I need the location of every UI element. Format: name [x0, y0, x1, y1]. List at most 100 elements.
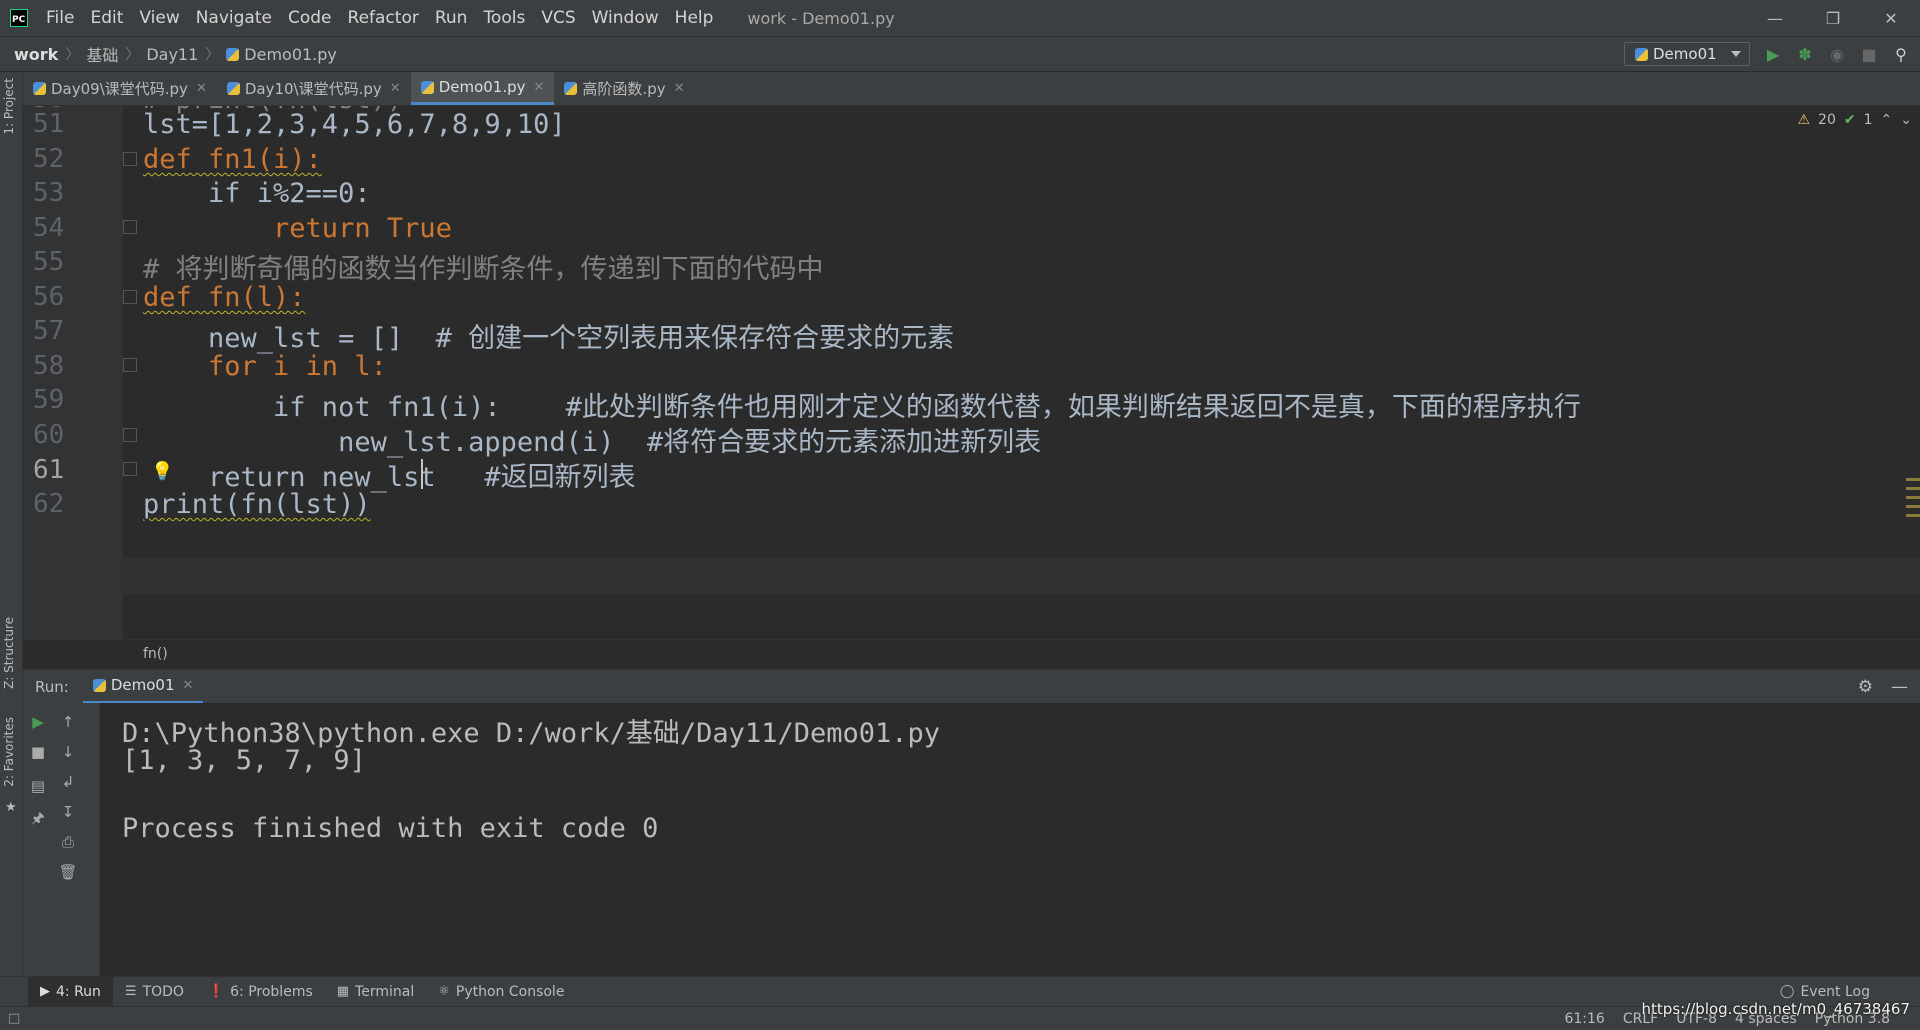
run-panel-actions: ⚙ — — [1858, 677, 1920, 697]
menu-refactor[interactable]: Refactor — [340, 8, 427, 28]
minimize-icon[interactable]: — — [1746, 0, 1804, 36]
line-number: 57 — [33, 316, 65, 346]
favorites-tool-tab[interactable]: 2: Favorites — [2, 717, 16, 787]
arrow-up-icon[interactable]: ↑ — [57, 711, 79, 733]
left-tool-strip: 1: Project Z: Structure 2: Favorites ★ — [0, 72, 23, 1006]
run-console[interactable]: D:\Python38\python.exe D:/work/基础/Day11/… — [100, 703, 1920, 976]
warning-icon: ⚠ — [1797, 112, 1811, 128]
run-icon[interactable]: ▶ — [1764, 45, 1782, 64]
fold-marker-icon[interactable] — [123, 220, 137, 234]
debug-icon[interactable]: ✽ — [1796, 45, 1814, 64]
menu-navigate[interactable]: Navigate — [188, 8, 280, 28]
tab-label: 高阶函数.py — [582, 80, 666, 98]
tool-window-python-console[interactable]: ⚛ Python Console — [426, 977, 576, 1007]
stop-icon[interactable]: ■ — [1860, 45, 1878, 64]
search-icon[interactable]: ⚲ — [1892, 45, 1910, 64]
pin-icon[interactable]: 🖈 — [27, 809, 49, 831]
close-icon[interactable]: ✕ — [1862, 0, 1920, 36]
fold-marker-icon[interactable] — [123, 462, 137, 476]
run-toolbar: Demo01 ▶ ✽ ◉ ■ ⚲ — [1624, 42, 1920, 66]
hide-panel-icon[interactable]: — — [1891, 677, 1908, 697]
breadcrumb-work[interactable]: work — [14, 45, 58, 64]
fold-marker-icon[interactable] — [123, 358, 137, 372]
layout-icon[interactable]: ▤ — [27, 775, 49, 797]
close-icon[interactable]: ✕ — [182, 678, 193, 693]
breadcrumb-file-label: Demo01.py — [244, 44, 337, 64]
menu-vcs[interactable]: VCS — [533, 8, 583, 28]
menu-file[interactable]: File — [38, 8, 82, 28]
line-number: 59 — [33, 385, 65, 415]
tool-window-problems[interactable]: ❗ 6: Problems — [196, 977, 325, 1007]
menu-window[interactable]: Window — [584, 8, 667, 28]
line-number: 60 — [33, 420, 65, 450]
project-tool-tab[interactable]: 1: Project — [2, 78, 16, 135]
breadcrumb-folder-day11[interactable]: Day11 — [146, 45, 198, 64]
python-icon — [1635, 47, 1648, 61]
chevron-down-icon[interactable]: ⌄ — [1900, 112, 1912, 128]
tool-window-todo[interactable]: ☰ TODO — [113, 977, 196, 1007]
code-editor[interactable]: 50 51 52 53 54 55 56 57 58 59 60 61 62 #… — [23, 106, 1920, 639]
rerun-icon[interactable]: ▶ — [27, 711, 49, 733]
inspection-widget[interactable]: ⚠ 20 ✔ 1 ⌃ ⌄ — [1797, 112, 1912, 128]
menu-run[interactable]: Run — [427, 8, 476, 28]
breadcrumb-file[interactable]: Demo01.py — [226, 45, 337, 64]
close-icon[interactable]: ✕ — [390, 81, 401, 96]
soft-wrap-icon[interactable]: ↲ — [57, 771, 79, 793]
gear-icon[interactable]: ⚙ — [1858, 677, 1873, 697]
coverage-icon[interactable]: ◉ — [1828, 45, 1846, 64]
code-line-58: for i in l: — [143, 351, 387, 382]
tool-window-label: TODO — [142, 983, 184, 1000]
tab-demo01[interactable]: Demo01.py ✕ — [410, 72, 555, 105]
scroll-to-end-icon[interactable]: ↧ — [57, 801, 79, 823]
line-number: 53 — [33, 178, 65, 208]
code-line-56: def fn(l): — [143, 282, 306, 313]
python-file-icon — [226, 47, 240, 61]
close-icon[interactable]: ✕ — [196, 81, 207, 96]
run-configuration-select[interactable]: Demo01 — [1624, 42, 1750, 66]
structure-tool-tab[interactable]: Z: Structure — [2, 617, 16, 689]
star-icon: ★ — [5, 800, 17, 815]
close-icon[interactable]: ✕ — [534, 80, 545, 95]
line-number: 54 — [33, 213, 65, 243]
menu-view[interactable]: View — [131, 8, 187, 28]
scrollbar-markers[interactable] — [1906, 478, 1920, 558]
tool-window-terminal[interactable]: ▦ Terminal — [325, 977, 426, 1007]
tab-day09[interactable]: Day09\课堂代码.py ✕ — [23, 72, 217, 105]
tool-window-run[interactable]: ▶ 4: Run — [28, 976, 113, 1007]
fold-marker-icon[interactable] — [123, 290, 137, 304]
lightbulb-icon[interactable]: 💡 — [151, 461, 173, 482]
code-line-54: return True — [143, 213, 452, 244]
menu-help[interactable]: Help — [667, 8, 722, 28]
tool-window-label: Terminal — [355, 983, 415, 1000]
code-breadcrumb[interactable]: fn() — [23, 639, 1920, 670]
run-panel-label: Run: — [35, 677, 69, 696]
caret-position[interactable]: 61:16 — [1564, 1011, 1604, 1027]
menu-edit[interactable]: Edit — [82, 8, 131, 28]
trash-icon[interactable]: 🗑 — [57, 861, 79, 883]
layout-toggle-icon[interactable]: □ — [8, 1011, 20, 1026]
menu-code[interactable]: Code — [280, 8, 340, 28]
code-breadcrumb-label: fn() — [143, 646, 168, 662]
chevron-up-icon[interactable]: ⌃ — [1881, 112, 1893, 128]
close-icon[interactable]: ✕ — [674, 81, 685, 96]
line-number: 62 — [33, 489, 65, 519]
restore-icon[interactable]: ❐ — [1804, 0, 1862, 36]
tab-day10[interactable]: Day10\课堂代码.py ✕ — [217, 72, 411, 105]
tab-higher-order-functions[interactable]: 高阶函数.py ✕ — [554, 72, 694, 105]
list-icon: ☰ — [124, 984, 137, 999]
watermark-text: https://blog.csdn.net/m0_46738467 — [1641, 1000, 1910, 1018]
menu-tools[interactable]: Tools — [475, 8, 533, 28]
fold-marker-icon[interactable] — [123, 152, 137, 166]
warning-count: 20 — [1818, 112, 1836, 128]
code-line-60: new_lst.append(i) #将符合要求的元素添加进新列表 — [143, 427, 1042, 458]
tab-label: Demo01.py — [438, 78, 526, 96]
stop-icon[interactable]: ■ — [27, 741, 49, 763]
python-icon — [92, 678, 106, 692]
fold-marker-icon[interactable] — [123, 428, 137, 442]
breadcrumb-folder-basics[interactable]: 基础 — [86, 42, 118, 66]
run-tab-demo01[interactable]: Demo01 ✕ — [82, 670, 204, 704]
check-icon: ✔ — [1843, 112, 1856, 128]
arrow-down-icon[interactable]: ↓ — [57, 741, 79, 763]
line-number: 55 — [33, 247, 65, 277]
print-icon[interactable]: ⎙ — [57, 831, 79, 853]
